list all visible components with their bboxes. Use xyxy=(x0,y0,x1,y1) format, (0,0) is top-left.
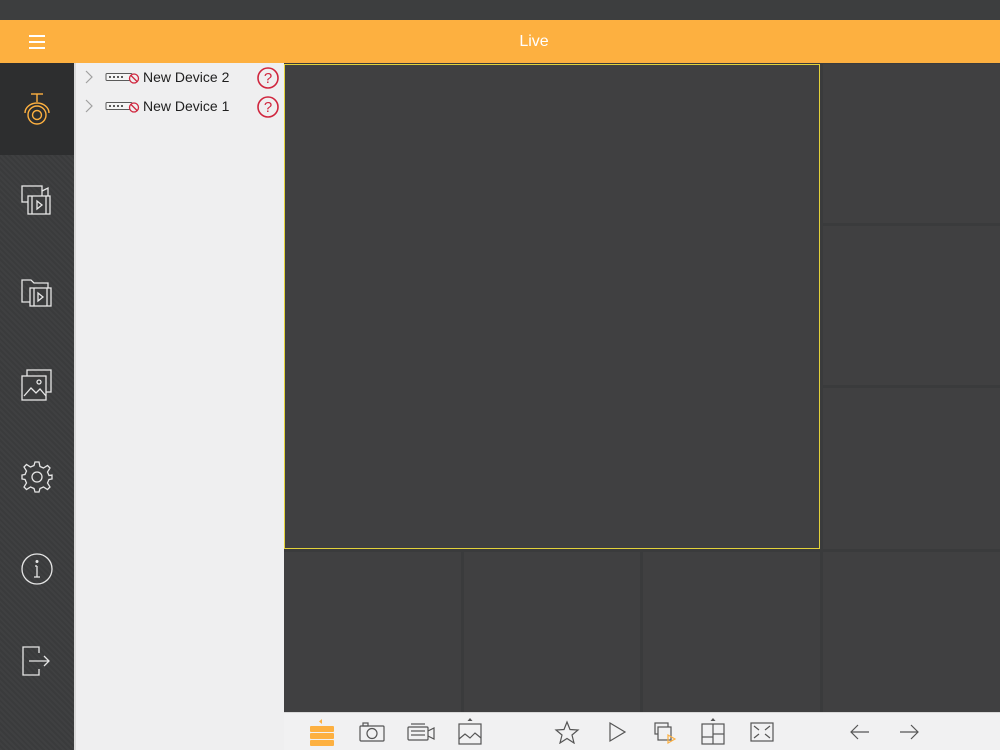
dvr-device-offline-icon xyxy=(105,73,140,84)
system-status-bar xyxy=(0,0,1000,20)
bottom-toolbar xyxy=(284,712,1000,750)
device-name: New Device 2 xyxy=(143,69,230,85)
video-window[interactable] xyxy=(284,552,461,712)
device-row[interactable]: New Device 1 ? xyxy=(76,92,284,121)
video-window[interactable] xyxy=(823,64,1000,223)
nav-item-logout[interactable] xyxy=(0,615,74,707)
nav-item-live-view[interactable] xyxy=(0,63,74,155)
status-unknown-glyph: ? xyxy=(264,70,272,87)
channel-list-icon xyxy=(310,719,334,746)
chevron-right-icon[interactable] xyxy=(84,70,94,84)
channel-list-button[interactable] xyxy=(302,715,342,749)
video-window[interactable] xyxy=(823,226,1000,385)
video-window[interactable] xyxy=(823,552,1000,712)
play-icon xyxy=(609,721,627,743)
instant-playback-button[interactable] xyxy=(645,715,685,749)
live-view-grid xyxy=(284,63,1000,712)
favorites-star-icon xyxy=(554,720,580,744)
nav-item-playback[interactable] xyxy=(0,155,74,247)
favorites-button[interactable] xyxy=(547,715,587,749)
status-unknown-icon[interactable]: ? xyxy=(256,66,280,90)
previous-page-button[interactable] xyxy=(840,715,880,749)
status-unknown-glyph: ? xyxy=(264,99,272,116)
record-button[interactable] xyxy=(401,715,441,749)
fullscreen-button[interactable] xyxy=(742,715,782,749)
image-quality-button[interactable] xyxy=(450,715,490,749)
window-layout-icon xyxy=(701,718,725,745)
live-view-camera-icon xyxy=(24,93,50,125)
next-page-button[interactable] xyxy=(889,715,929,749)
play-button[interactable] xyxy=(597,715,637,749)
status-unknown-icon[interactable]: ? xyxy=(256,95,280,119)
settings-icon xyxy=(21,461,53,493)
app-header: Live xyxy=(0,20,1000,63)
local-files-icon xyxy=(21,279,52,307)
next-page-arrow-icon xyxy=(900,724,919,740)
video-window[interactable] xyxy=(643,552,820,712)
nav-item-settings[interactable] xyxy=(0,431,74,523)
nav-item-info[interactable] xyxy=(0,523,74,615)
device-list-panel: New Device 2 ? New Device 1 ? xyxy=(74,63,284,750)
device-row[interactable]: New Device 2 ? xyxy=(76,63,284,92)
video-window-selected[interactable] xyxy=(284,64,820,549)
video-window[interactable] xyxy=(464,552,640,712)
image-quality-icon xyxy=(458,718,482,745)
playback-icon xyxy=(21,185,51,215)
capture-button[interactable] xyxy=(352,715,392,749)
previous-page-arrow-icon xyxy=(850,724,869,740)
logout-icon xyxy=(22,646,50,676)
nav-item-local-files[interactable] xyxy=(0,247,74,339)
device-name: New Device 1 xyxy=(143,98,230,114)
video-window[interactable] xyxy=(823,388,1000,549)
page-title: Live xyxy=(519,33,549,50)
info-icon xyxy=(21,553,53,585)
chevron-right-icon[interactable] xyxy=(84,99,94,113)
dvr-device-offline-icon xyxy=(105,102,140,113)
pictures-icon xyxy=(21,369,52,401)
fullscreen-icon xyxy=(750,722,774,742)
nav-item-pictures[interactable] xyxy=(0,339,74,431)
instant-playback-icon xyxy=(654,722,677,744)
capture-icon xyxy=(359,722,385,742)
record-icon xyxy=(407,723,435,741)
sidebar xyxy=(0,63,74,750)
window-layout-button[interactable] xyxy=(693,715,733,749)
